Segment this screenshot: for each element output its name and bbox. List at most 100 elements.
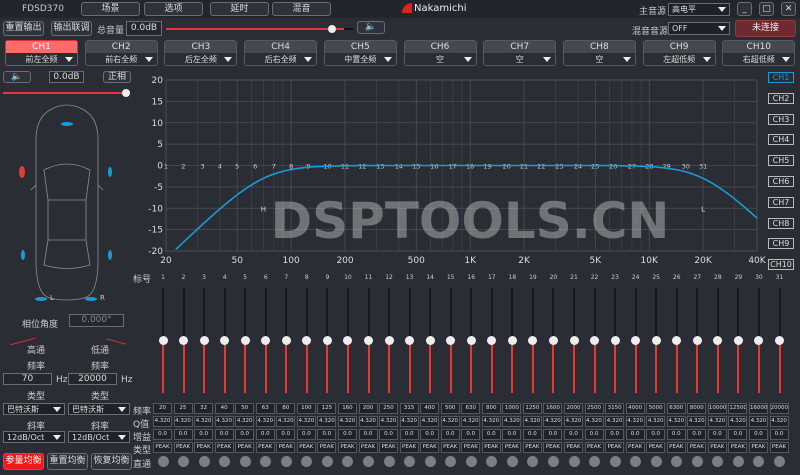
band-q-input[interactable]: 4.320 — [605, 416, 624, 427]
band-gain-input[interactable]: 0.0 — [708, 429, 727, 440]
band-gain-input[interactable]: 0.0 — [564, 429, 583, 440]
band-q-input[interactable]: 4.320 — [379, 416, 398, 427]
band-gain-input[interactable]: 0.0 — [502, 429, 521, 440]
lowpass-slope-select[interactable]: 12dB/Oct — [68, 431, 130, 443]
band-gain-input[interactable]: 0.0 — [317, 429, 336, 440]
band-type-select[interactable]: PEAK — [708, 442, 727, 453]
eq-gain-slider-knob[interactable] — [220, 336, 229, 345]
band-freq-input[interactable]: 50 — [235, 403, 254, 414]
eq-gain-slider-knob[interactable] — [241, 336, 250, 345]
band-gain-input[interactable]: 0.0 — [749, 429, 768, 440]
legend-ch9[interactable]: CH9 — [768, 238, 794, 249]
band-gain-input[interactable]: 0.0 — [297, 429, 316, 440]
legend-ch8[interactable]: CH8 — [768, 218, 794, 229]
band-q-input[interactable]: 4.320 — [667, 416, 686, 427]
band-type-select[interactable]: PEAK — [749, 442, 768, 453]
band-gain-input[interactable]: 0.0 — [420, 429, 439, 440]
eq-gain-slider-knob[interactable] — [570, 336, 579, 345]
band-type-select[interactable]: PEAK — [379, 442, 398, 453]
band-freq-input[interactable]: 160 — [338, 403, 357, 414]
band-q-input[interactable]: 4.320 — [400, 416, 419, 427]
band-freq-input[interactable]: 32 — [194, 403, 213, 414]
band-bypass-toggle[interactable] — [260, 456, 271, 467]
band-freq-input[interactable]: 40 — [215, 403, 234, 414]
band-q-input[interactable]: 4.320 — [420, 416, 439, 427]
band-gain-input[interactable]: 0.0 — [256, 429, 275, 440]
band-q-input[interactable]: 4.320 — [317, 416, 336, 427]
eq-gain-slider-knob[interactable] — [590, 336, 599, 345]
band-type-select[interactable]: PEAK — [441, 442, 460, 453]
band-bypass-toggle[interactable] — [178, 456, 189, 467]
band-gain-input[interactable]: 0.0 — [626, 429, 645, 440]
band-gain-input[interactable]: 0.0 — [174, 429, 193, 440]
band-q-input[interactable]: 4.320 — [215, 416, 234, 427]
band-freq-input[interactable]: 12500 — [728, 403, 747, 414]
band-type-select[interactable]: PEAK — [276, 442, 295, 453]
band-bypass-toggle[interactable] — [322, 456, 333, 467]
eq-gain-slider-knob[interactable] — [631, 336, 640, 345]
eq-gain-slider-knob[interactable] — [467, 336, 476, 345]
band-type-select[interactable]: PEAK — [297, 442, 316, 453]
band-q-input[interactable]: 4.320 — [543, 416, 562, 427]
band-gain-input[interactable]: 0.0 — [667, 429, 686, 440]
band-freq-input[interactable]: 25 — [174, 403, 193, 414]
band-q-input[interactable]: 4.320 — [338, 416, 357, 427]
band-bypass-toggle[interactable] — [589, 456, 600, 467]
band-bypass-toggle[interactable] — [651, 456, 662, 467]
band-bypass-toggle[interactable] — [466, 456, 477, 467]
phase-angle-input[interactable]: 0.000° — [69, 314, 124, 327]
highpass-slope-select[interactable]: 12dB/Oct — [3, 431, 65, 443]
band-type-select[interactable]: PEAK — [687, 442, 706, 453]
band-bypass-toggle[interactable] — [671, 456, 682, 467]
band-bypass-toggle[interactable] — [240, 456, 251, 467]
band-bypass-toggle[interactable] — [774, 456, 785, 467]
eq-gain-slider-knob[interactable] — [343, 336, 352, 345]
band-type-select[interactable]: PEAK — [194, 442, 213, 453]
eq-gain-slider-knob[interactable] — [159, 336, 168, 345]
band-type-select[interactable]: PEAK — [359, 442, 378, 453]
band-freq-input[interactable]: 10000 — [708, 403, 727, 414]
band-bypass-toggle[interactable] — [363, 456, 374, 467]
band-gain-input[interactable]: 0.0 — [235, 429, 254, 440]
band-q-input[interactable]: 4.320 — [194, 416, 213, 427]
band-type-select[interactable]: PEAK — [256, 442, 275, 453]
eq-gain-slider-knob[interactable] — [261, 336, 270, 345]
band-bypass-toggle[interactable] — [507, 456, 518, 467]
legend-ch3[interactable]: CH3 — [768, 114, 794, 125]
band-gain-input[interactable]: 0.0 — [461, 429, 480, 440]
band-type-select[interactable]: PEAK — [605, 442, 624, 453]
band-bypass-toggle[interactable] — [404, 456, 415, 467]
band-q-input[interactable]: 4.320 — [256, 416, 275, 427]
band-gain-input[interactable]: 0.0 — [338, 429, 357, 440]
legend-ch2[interactable]: CH2 — [768, 93, 794, 104]
legend-ch7[interactable]: CH7 — [768, 197, 794, 208]
band-freq-input[interactable]: 6300 — [667, 403, 686, 414]
band-bypass-toggle[interactable] — [527, 456, 538, 467]
eq-gain-slider-knob[interactable] — [508, 336, 517, 345]
band-gain-input[interactable]: 0.0 — [585, 429, 604, 440]
legend-ch10[interactable]: CH10 — [768, 259, 794, 270]
band-type-select[interactable]: PEAK — [174, 442, 193, 453]
band-bypass-toggle[interactable] — [486, 456, 497, 467]
peq-button[interactable]: 参量均衡 — [3, 453, 44, 470]
band-freq-input[interactable]: 400 — [420, 403, 439, 414]
band-type-select[interactable]: PEAK — [564, 442, 583, 453]
band-gain-input[interactable]: 0.0 — [687, 429, 706, 440]
band-q-input[interactable]: 4.320 — [646, 416, 665, 427]
band-freq-input[interactable]: 800 — [482, 403, 501, 414]
band-type-select[interactable]: PEAK — [400, 442, 419, 453]
band-freq-input[interactable]: 20 — [153, 403, 172, 414]
eq-gain-slider-knob[interactable] — [549, 336, 558, 345]
band-q-input[interactable]: 4.320 — [626, 416, 645, 427]
band-gain-input[interactable]: 0.0 — [359, 429, 378, 440]
eq-gain-slider-knob[interactable] — [487, 336, 496, 345]
eq-gain-slider-knob[interactable] — [179, 336, 188, 345]
band-gain-input[interactable]: 0.0 — [605, 429, 624, 440]
band-q-input[interactable]: 4.320 — [728, 416, 747, 427]
band-type-select[interactable]: PEAK — [543, 442, 562, 453]
band-gain-input[interactable]: 0.0 — [276, 429, 295, 440]
band-bypass-toggle[interactable] — [692, 456, 703, 467]
band-freq-input[interactable]: 16000 — [749, 403, 768, 414]
band-freq-input[interactable]: 80 — [276, 403, 295, 414]
highpass-type-select[interactable]: 巴特沃斯 — [3, 403, 65, 415]
